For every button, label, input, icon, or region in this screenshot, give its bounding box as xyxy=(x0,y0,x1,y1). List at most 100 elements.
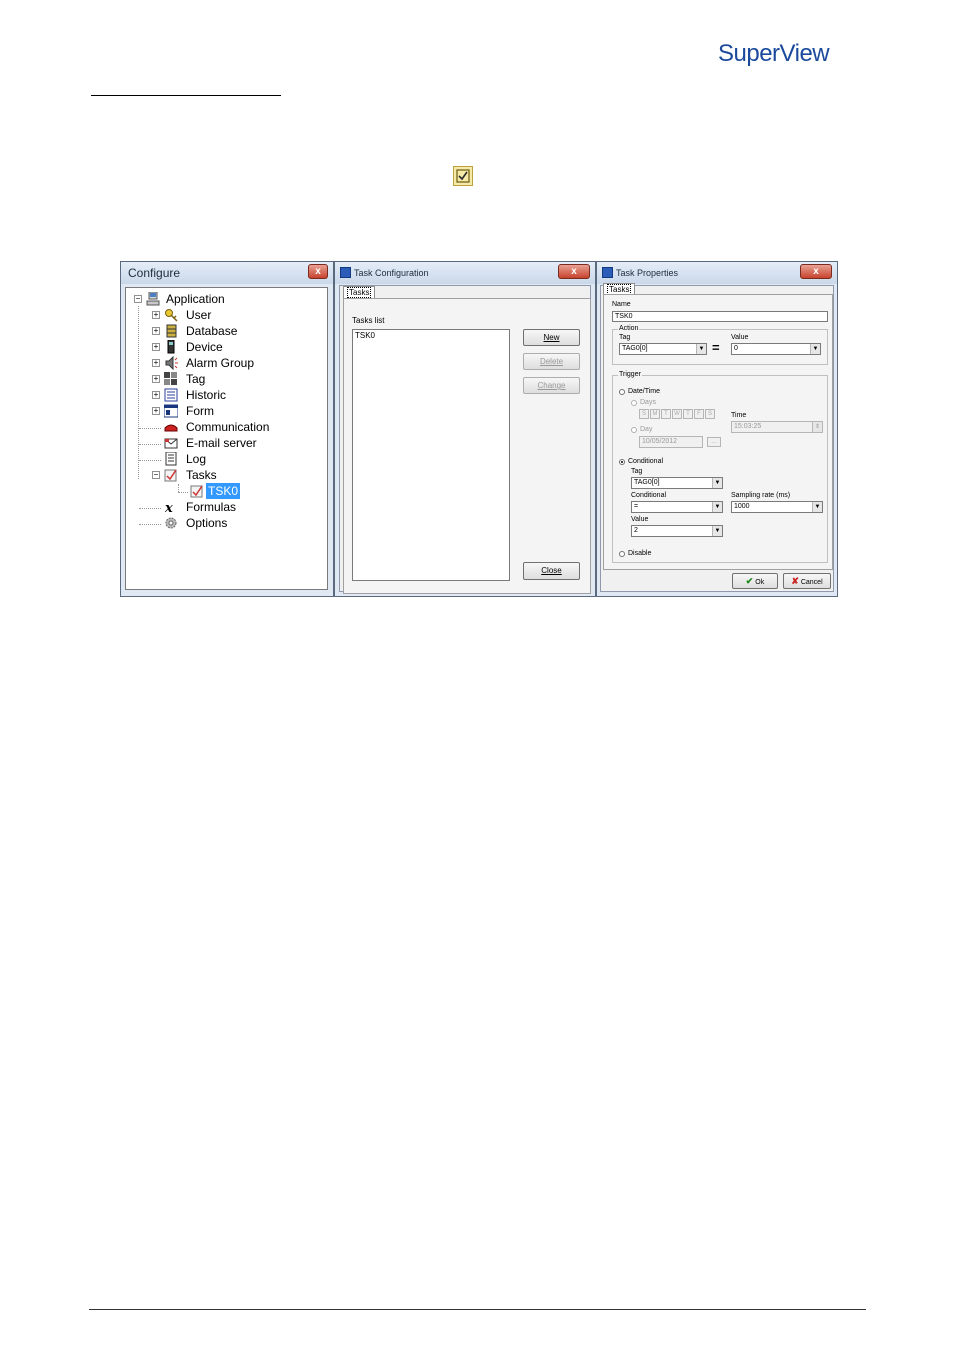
disable-radio[interactable] xyxy=(619,551,625,557)
x-icon: ✘ xyxy=(791,576,799,586)
expand-icon[interactable]: + xyxy=(152,327,160,335)
email-icon xyxy=(164,436,178,450)
chevron-down-icon[interactable]: ▼ xyxy=(812,502,822,512)
task-props-title: Task Properties xyxy=(616,268,679,278)
chevron-down-icon[interactable]: ▼ xyxy=(712,502,722,512)
days-label: Days xyxy=(640,399,656,406)
day-toggle-sun[interactable]: S xyxy=(639,409,649,419)
name-label: Name xyxy=(612,301,631,308)
ok-button[interactable]: ✔ Ok xyxy=(732,573,778,589)
tree-line xyxy=(139,524,161,525)
chevron-down-icon[interactable]: ▼ xyxy=(810,344,820,354)
day-toggle-thu[interactable]: T xyxy=(683,409,693,419)
task-config-titlebar[interactable]: Task Configuration x xyxy=(335,262,595,284)
expand-icon[interactable]: + xyxy=(152,359,160,367)
configure-title: Configure xyxy=(128,266,181,280)
superview-logo: SuperView xyxy=(718,40,830,68)
task-config-close-button[interactable]: x xyxy=(558,264,590,279)
tree-line xyxy=(139,428,161,429)
configure-close-button[interactable]: x xyxy=(308,264,328,279)
list-item[interactable]: TSK0 xyxy=(355,331,507,340)
new-button[interactable]: New xyxy=(523,329,580,346)
app-icon xyxy=(602,267,613,278)
tree-label: Form xyxy=(186,404,214,418)
phone-icon xyxy=(164,420,178,434)
day-toggle-mon[interactable]: M xyxy=(650,409,660,419)
device-icon xyxy=(164,339,178,354)
chevron-down-icon[interactable]: ▼ xyxy=(712,478,722,488)
database-icon xyxy=(164,324,178,338)
expand-icon[interactable]: + xyxy=(152,391,160,399)
collapse-icon[interactable]: − xyxy=(152,471,160,479)
trigger-value-select[interactable]: 2 ▼ xyxy=(631,525,723,537)
expand-icon[interactable]: + xyxy=(152,343,160,351)
calendar-button[interactable]: … xyxy=(707,437,721,447)
sampling-rate-select[interactable]: 1000 ▼ xyxy=(731,501,823,513)
tree-line xyxy=(139,444,161,445)
conditional-radio[interactable] xyxy=(619,459,625,465)
tree-line xyxy=(139,508,161,509)
equals-sign: = xyxy=(712,340,720,355)
key-icon xyxy=(164,308,178,322)
trigger-tag-select[interactable]: TAG0[0] ▼ xyxy=(631,477,723,489)
spinner-icon[interactable]: ⇕ xyxy=(812,422,822,432)
action-group-label: Action xyxy=(618,325,640,332)
tree-label: Database xyxy=(186,324,238,338)
tasks-list-label: Tasks list xyxy=(352,316,385,325)
tree-label: E-mail server xyxy=(186,436,257,450)
task-props-close-button[interactable]: x xyxy=(800,264,832,279)
task-item-icon xyxy=(190,484,204,498)
day-radio[interactable] xyxy=(631,427,637,433)
datetime-radio[interactable] xyxy=(619,389,625,395)
chevron-down-icon[interactable]: ▼ xyxy=(712,526,722,536)
collapse-icon[interactable]: − xyxy=(134,295,142,303)
expand-icon[interactable]: + xyxy=(152,311,160,319)
tree-label: Options xyxy=(186,516,228,530)
expand-icon[interactable]: + xyxy=(152,375,160,383)
time-input[interactable]: 15:03:25 ⇕ xyxy=(731,421,823,433)
tree-line xyxy=(139,460,161,461)
sampling-rate-label: Sampling rate (ms) xyxy=(731,492,791,499)
tree-line xyxy=(178,492,188,493)
tree-label: Tag xyxy=(186,372,206,386)
footer-rule xyxy=(89,1309,866,1310)
expand-icon[interactable]: + xyxy=(152,407,160,415)
tree-label: Communication xyxy=(186,420,270,434)
configure-tree[interactable]: − Application + User + Database + Device… xyxy=(125,287,328,590)
tree-label: Historic xyxy=(186,388,227,402)
computer-icon xyxy=(146,291,160,306)
formula-icon: x xyxy=(164,500,178,516)
tag-icon xyxy=(164,372,178,386)
days-radio[interactable] xyxy=(631,400,637,406)
task-properties-window: Task Properties x Tasks Name TSK0 Action… xyxy=(596,261,838,597)
day-toggle-tue[interactable]: T xyxy=(661,409,671,419)
day-date-input[interactable]: 10/05/2012 xyxy=(639,436,703,448)
configure-titlebar[interactable]: Configure x xyxy=(121,262,333,284)
task-config-title: Task Configuration xyxy=(354,268,429,278)
log-icon xyxy=(164,451,178,466)
task-config-client: Tasks Tasks list TSK0 New Delete Change … xyxy=(339,285,591,594)
logo-super: Super xyxy=(718,40,780,67)
trigger-value-label: Value xyxy=(631,516,649,523)
tasks-icon xyxy=(164,468,178,482)
name-input[interactable]: TSK0 xyxy=(612,311,828,322)
cond-operator-select[interactable]: = ▼ xyxy=(631,501,723,513)
action-tag-select[interactable]: TAG0[0] ▼ xyxy=(619,343,707,355)
day-toggle-sat[interactable]: S xyxy=(705,409,715,419)
change-button[interactable]: Change xyxy=(523,377,580,394)
app-icon xyxy=(340,267,351,278)
action-value-select[interactable]: 0 ▼ xyxy=(731,343,821,355)
check-icon: ✔ xyxy=(745,576,754,586)
tasks-toolbar-icon xyxy=(453,166,473,186)
task-props-titlebar[interactable]: Task Properties x xyxy=(597,262,837,284)
tasks-listbox[interactable]: TSK0 xyxy=(352,329,510,581)
cancel-button[interactable]: ✘ Cancel xyxy=(783,573,831,589)
delete-button[interactable]: Delete xyxy=(523,353,580,370)
day-toggle-fri[interactable]: F xyxy=(694,409,704,419)
time-label: Time xyxy=(731,412,747,419)
trigger-group-label: Trigger xyxy=(618,371,642,378)
close-button[interactable]: Close xyxy=(523,562,580,580)
logo-view: View xyxy=(779,40,830,67)
chevron-down-icon[interactable]: ▼ xyxy=(696,344,706,354)
day-toggle-wed[interactable]: W xyxy=(672,409,682,419)
